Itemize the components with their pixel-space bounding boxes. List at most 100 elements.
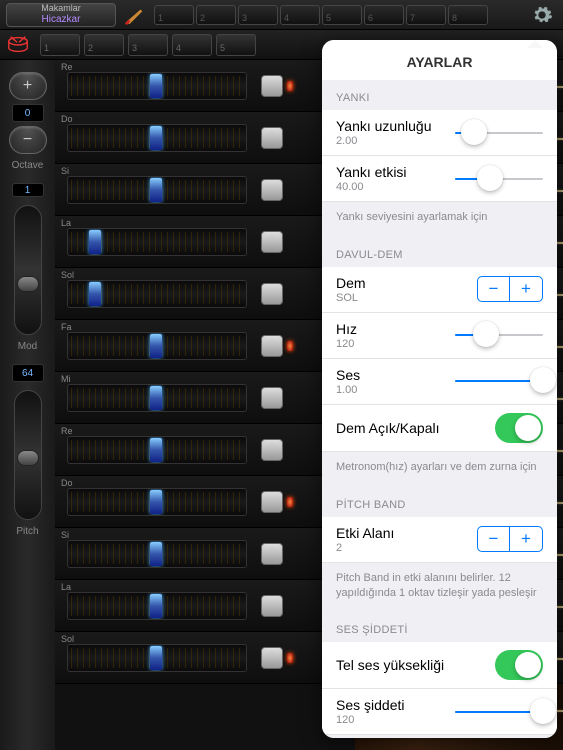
preset-bottom-4[interactable]: 4 (172, 34, 212, 56)
mod-slider[interactable] (14, 205, 42, 335)
settings-row: Yankı uzunluğu 2.00 (322, 110, 557, 156)
preset-top-7[interactable]: 7 (406, 5, 446, 25)
settings-popover: AYARLAR YANKI Yankı uzunluğu 2.00 Yankı … (322, 40, 557, 738)
drum-icon[interactable] (6, 36, 30, 54)
mute-button[interactable] (261, 179, 283, 201)
note-fader[interactable] (67, 176, 247, 204)
note-label: Mi (61, 374, 71, 384)
stepper-plus[interactable]: + (510, 527, 542, 551)
pitch-slider[interactable] (14, 390, 42, 520)
note-fader[interactable] (67, 72, 247, 100)
row-title: Yankı etkisi (336, 164, 407, 180)
mute-button[interactable] (261, 491, 283, 513)
octave-down-button[interactable]: − (9, 126, 47, 154)
mute-button[interactable] (261, 543, 283, 565)
led-indicator (287, 341, 293, 351)
mute-button[interactable] (261, 75, 283, 97)
mute-button[interactable] (261, 127, 283, 149)
settings-row: Ses şiddeti 120 (322, 689, 557, 735)
left-column: + 0 − Octave 1 Mod 64 Pitch (0, 60, 55, 750)
zurna-icon[interactable] (124, 4, 146, 26)
mute-button[interactable] (261, 647, 283, 669)
note-label: Do (61, 114, 73, 124)
section-header: SES ŞİDDETİ (322, 612, 557, 642)
gear-icon[interactable] (531, 4, 553, 32)
row-subtitle: 40.00 (336, 181, 407, 193)
note-fader[interactable] (67, 280, 247, 308)
note-label: Re (61, 62, 73, 72)
section-footer: Metronom(hız) ayarları ve dem zurna için (322, 452, 557, 487)
note-label: Sol (61, 270, 74, 280)
note-label: Si (61, 530, 69, 540)
note-label: Re (61, 426, 73, 436)
settings-row: Etki Alanı 2 − + (322, 517, 557, 563)
stepper[interactable]: − + (477, 276, 543, 302)
preset-bottom-5[interactable]: 5 (216, 34, 256, 56)
slider[interactable] (455, 119, 543, 147)
mute-button[interactable] (261, 387, 283, 409)
slider[interactable] (455, 698, 543, 726)
preset-bottom-3[interactable]: 3 (128, 34, 168, 56)
section-footer: Yankı seviyesini ayarlamak için (322, 202, 557, 237)
settings-title: AYARLAR (322, 40, 557, 80)
row-title: Dem (336, 275, 366, 291)
row-title: Ses (336, 367, 360, 383)
note-fader[interactable] (67, 124, 247, 152)
preset-top-1[interactable]: 1 (154, 5, 194, 25)
slider[interactable] (455, 367, 543, 395)
mute-button[interactable] (261, 439, 283, 461)
settings-row: Dem Açık/Kapalı (322, 405, 557, 452)
row-title: Etki Alanı (336, 525, 394, 541)
octave-label: Octave (12, 160, 44, 171)
row-title: Dem Açık/Kapalı (336, 420, 440, 436)
note-label: Fa (61, 322, 72, 332)
row-subtitle: SOL (336, 292, 366, 304)
section-header: PİTCH BAND (322, 487, 557, 517)
note-label: Do (61, 478, 73, 488)
note-label: Sol (61, 634, 74, 644)
mute-button[interactable] (261, 283, 283, 305)
note-fader[interactable] (67, 540, 247, 568)
mute-button[interactable] (261, 231, 283, 253)
note-fader[interactable] (67, 644, 247, 672)
preset-bottom-1[interactable]: 1 (40, 34, 80, 56)
row-subtitle: 2 (336, 542, 394, 554)
led-indicator (287, 497, 293, 507)
note-fader[interactable] (67, 436, 247, 464)
led-indicator (287, 653, 293, 663)
small-display: 1 (12, 183, 44, 197)
preset-top-3[interactable]: 3 (238, 5, 278, 25)
slider[interactable] (455, 165, 543, 193)
preset-bottom-2[interactable]: 2 (84, 34, 124, 56)
preset-top-5[interactable]: 5 (322, 5, 362, 25)
row-subtitle: 1.00 (336, 384, 360, 396)
note-fader[interactable] (67, 592, 247, 620)
note-fader[interactable] (67, 332, 247, 360)
mute-button[interactable] (261, 335, 283, 357)
makam-selector[interactable]: Makamlar Hicazkar (6, 3, 116, 27)
stepper[interactable]: − + (477, 526, 543, 552)
octave-up-button[interactable]: + (9, 72, 47, 100)
row-title: Hız (336, 321, 357, 337)
note-label: La (61, 218, 71, 228)
stepper-minus[interactable]: − (478, 277, 510, 301)
row-subtitle: 120 (336, 338, 357, 350)
preset-top-8[interactable]: 8 (448, 5, 488, 25)
stepper-plus[interactable]: + (510, 277, 542, 301)
stepper-minus[interactable]: − (478, 527, 510, 551)
note-fader[interactable] (67, 384, 247, 412)
switch[interactable] (495, 413, 543, 443)
note-fader[interactable] (67, 488, 247, 516)
settings-row: Tel ses yüksekliği (322, 642, 557, 689)
preset-top-4[interactable]: 4 (280, 5, 320, 25)
preset-top-6[interactable]: 6 (364, 5, 404, 25)
row-title: Tel ses yüksekliği (336, 657, 444, 673)
row-title: Yankı uzunluğu (336, 118, 431, 134)
note-fader[interactable] (67, 228, 247, 256)
row-title: Ses şiddeti (336, 697, 404, 713)
settings-scroll[interactable]: YANKI Yankı uzunluğu 2.00 Yankı etkisi 4… (322, 80, 557, 738)
mute-button[interactable] (261, 595, 283, 617)
slider[interactable] (455, 321, 543, 349)
switch[interactable] (495, 650, 543, 680)
preset-top-2[interactable]: 2 (196, 5, 236, 25)
